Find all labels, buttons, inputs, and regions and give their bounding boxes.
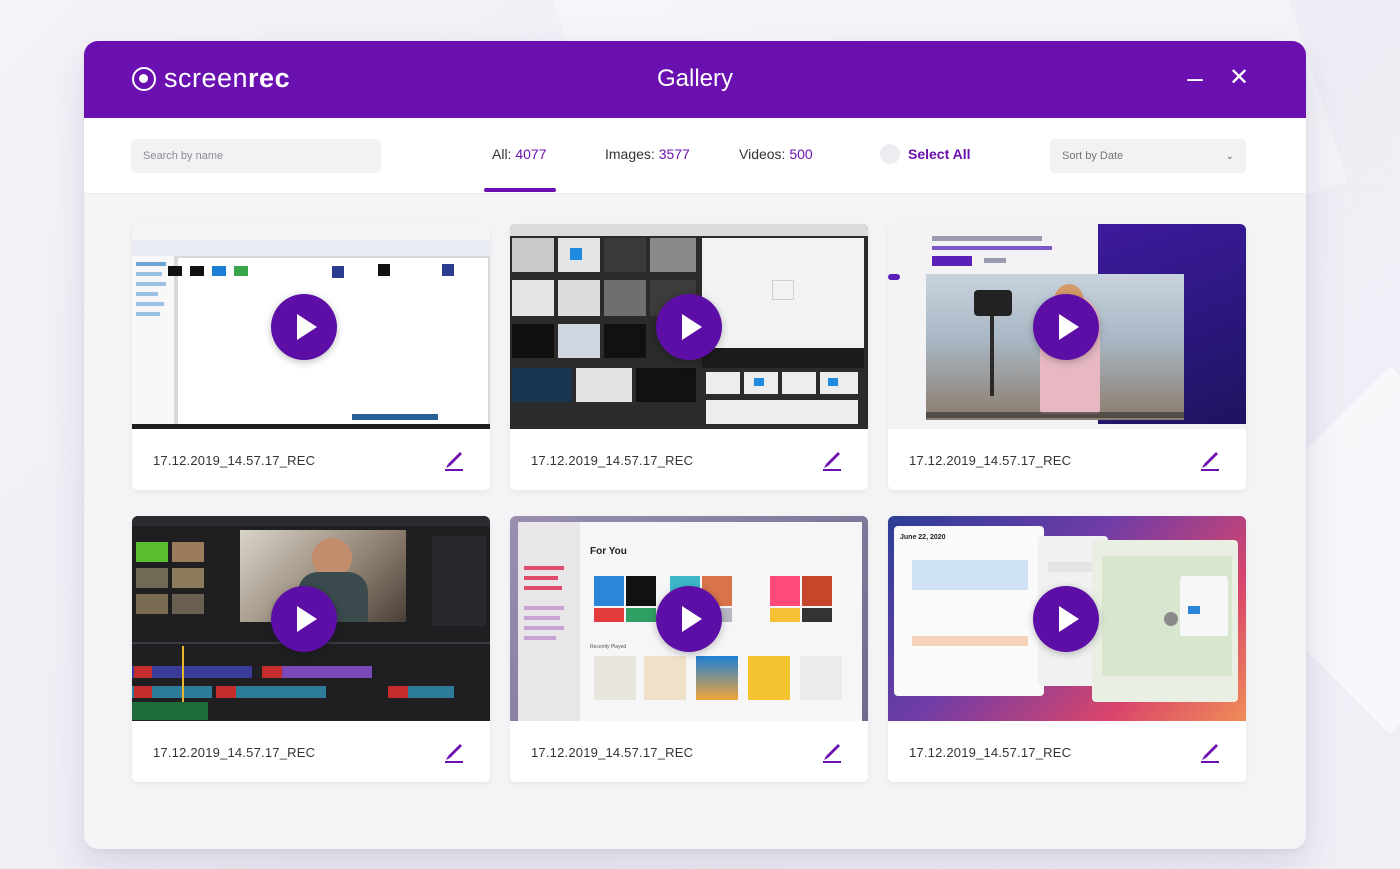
- select-all-radio[interactable]: [880, 144, 900, 164]
- toolbar: All: 4077 Images: 3577 Videos: 500 Selec…: [84, 118, 1306, 194]
- edit-icon[interactable]: [440, 736, 468, 764]
- tab-all-label: All:: [492, 146, 512, 162]
- play-button[interactable]: [271, 294, 337, 360]
- music-heading: For You: [590, 546, 627, 557]
- file-name: 17.12.2019_14.57.17_REC: [153, 745, 316, 760]
- tab-images[interactable]: Images: 3577: [605, 146, 690, 162]
- edit-icon[interactable]: [818, 444, 846, 472]
- gallery-card[interactable]: For You Recently Played 17.12.2019_14.57…: [510, 516, 868, 782]
- play-button[interactable]: [656, 294, 722, 360]
- gallery-card[interactable]: 17.12.2019_14.57.17_REC: [510, 224, 868, 490]
- sort-dropdown-label: Sort by Date: [1062, 150, 1124, 162]
- tab-videos[interactable]: Videos: 500: [739, 146, 813, 162]
- tab-videos-label: Videos:: [739, 146, 786, 162]
- title-bar: screenrec Gallery – ✕: [84, 41, 1306, 118]
- window-title: Gallery: [656, 65, 734, 92]
- file-name: 17.12.2019_14.57.17_REC: [909, 745, 1072, 760]
- tab-videos-count: 500: [789, 146, 813, 162]
- tab-images-label: Images:: [605, 146, 655, 162]
- edit-icon[interactable]: [818, 736, 846, 764]
- tab-images-count: 3577: [658, 146, 690, 162]
- select-all-label: Select All: [908, 146, 971, 162]
- play-button[interactable]: [1033, 586, 1099, 652]
- calendar-date: June 22, 2020: [900, 534, 946, 541]
- gallery-card[interactable]: 17.12.2019_14.57.17_REC: [132, 224, 490, 490]
- play-button[interactable]: [271, 586, 337, 652]
- edit-icon[interactable]: [1196, 444, 1224, 472]
- chevron-down-icon: ⌄: [1225, 150, 1234, 162]
- gallery-card[interactable]: 17.12.2019_14.57.17_REC: [132, 516, 490, 782]
- minimize-button[interactable]: –: [1180, 63, 1210, 93]
- select-all-toggle[interactable]: Select All: [880, 144, 971, 164]
- search-input[interactable]: [131, 139, 381, 173]
- file-name: 17.12.2019_14.57.17_REC: [531, 745, 694, 760]
- tab-all-count: 4077: [515, 146, 547, 162]
- sort-dropdown[interactable]: Sort by Date ⌄: [1050, 139, 1246, 173]
- recently-played-label: Recently Played: [590, 644, 627, 650]
- gallery-card[interactable]: June 22, 2020 17.12.2019_14.57.17_REC: [888, 516, 1246, 782]
- play-button[interactable]: [656, 586, 722, 652]
- tab-all[interactable]: All: 4077: [492, 146, 547, 162]
- file-name: 17.12.2019_14.57.17_REC: [531, 453, 694, 468]
- edit-icon[interactable]: [1196, 736, 1224, 764]
- play-button[interactable]: [1033, 294, 1099, 360]
- close-button[interactable]: ✕: [1224, 63, 1254, 93]
- file-name: 17.12.2019_14.57.17_REC: [153, 453, 316, 468]
- gallery-window: screenrec Gallery – ✕ All: 4077 Images: …: [84, 41, 1306, 849]
- file-name: 17.12.2019_14.57.17_REC: [909, 453, 1072, 468]
- edit-icon[interactable]: [440, 444, 468, 472]
- gallery-card[interactable]: 17.12.2019_14.57.17_REC: [888, 224, 1246, 490]
- active-tab-indicator: [484, 188, 556, 192]
